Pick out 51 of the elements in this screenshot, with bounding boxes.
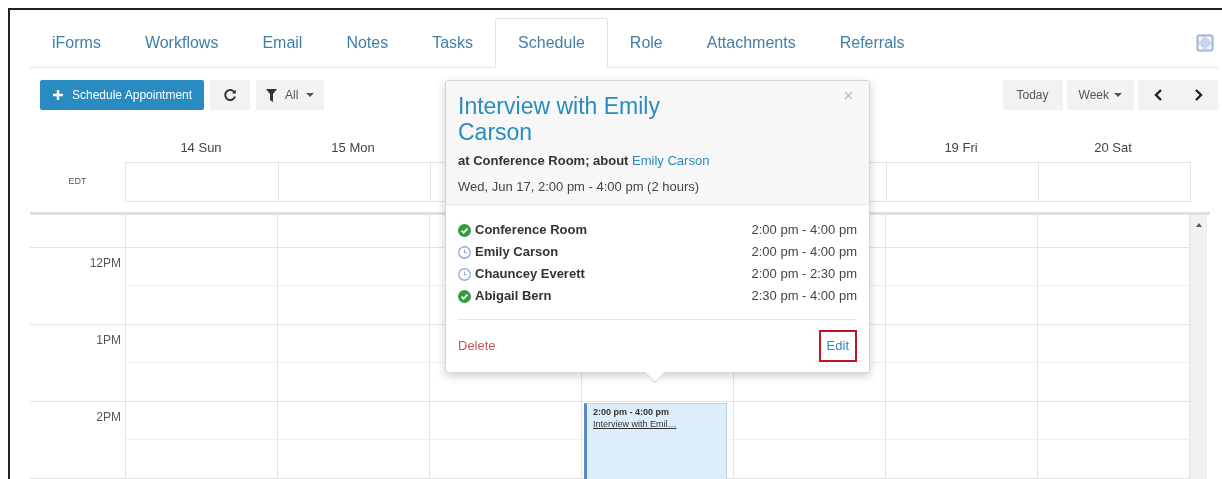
attendee-name: Chauncey Everett — [475, 265, 585, 284]
tab[interactable]: Workflows — [122, 18, 241, 68]
day-header: 14 Sun — [180, 139, 222, 157]
filter-icon — [266, 88, 278, 102]
edit-link[interactable]: Edit — [818, 330, 857, 362]
caret-icon — [306, 93, 315, 97]
view-dropdown[interactable]: Week — [1066, 80, 1134, 110]
tab[interactable]: Attachments — [684, 18, 818, 68]
next-button[interactable] — [1178, 80, 1218, 110]
timezone-label: EDT — [68, 175, 87, 189]
attendee-name: Abigail Bern — [475, 287, 552, 306]
attendee-time: 2:00 pm - 4:00 pm — [751, 221, 857, 240]
tab[interactable]: Tasks — [410, 18, 496, 68]
tab[interactable]: Notes — [324, 18, 411, 68]
attendee-time: 2:00 pm - 4:00 pm — [751, 243, 857, 262]
attendee-time: 2:30 pm - 4:00 pm — [751, 287, 857, 306]
refresh-icon — [223, 88, 238, 102]
day-header: 20 Sat — [1094, 139, 1132, 157]
scroll-up-icon — [1195, 223, 1202, 227]
calendar-event[interactable]: 2:00 pm - 4:00 pm Interview with Emil… — [584, 403, 727, 479]
chevron-right-icon — [1193, 89, 1203, 101]
attendee-name: Conference Room — [475, 221, 587, 240]
plus-icon — [52, 89, 64, 101]
event-location: at Conference Room; about — [458, 152, 630, 170]
event-title: Interview with Emily Carson — [458, 93, 661, 145]
tab[interactable]: iForms — [30, 18, 123, 68]
event-title: Interview with Emil… — [593, 418, 678, 430]
event-time: 2:00 pm - 4:00 pm — [593, 406, 671, 418]
tab[interactable]: Referrals — [817, 18, 927, 68]
close-icon — [844, 91, 853, 100]
delete-link[interactable]: Delete — [458, 336, 496, 356]
schedule-appointment-button[interactable]: Schedule Appointment — [40, 80, 205, 110]
hour-label: 2PM — [96, 409, 121, 426]
day-header: 15 Mon — [331, 139, 375, 157]
chevron-left-icon — [1153, 89, 1163, 101]
hour-label: 12PM — [89, 255, 121, 272]
contact-link[interactable]: Emily Carson — [632, 151, 710, 171]
scrollbar[interactable] — [1189, 215, 1207, 479]
tab[interactable]: Schedule — [495, 18, 608, 68]
attendee-name: Emily Carson — [475, 243, 559, 262]
filter-dropdown[interactable]: All — [256, 80, 325, 110]
caret-icon — [1114, 93, 1122, 97]
day-header: 19 Fri — [944, 139, 978, 157]
hour-label: 1PM — [96, 332, 121, 349]
tab[interactable]: Role — [607, 18, 685, 68]
refresh-button[interactable] — [210, 80, 251, 110]
tab[interactable]: Email — [240, 18, 325, 68]
today-button[interactable]: Today — [1002, 80, 1063, 110]
previous-button[interactable] — [1138, 80, 1178, 110]
attendee-time: 2:00 pm - 2:30 pm — [751, 265, 857, 284]
event-datetime: Wed, Jun 17, 2:00 pm - 4:00 pm (2 hours) — [458, 177, 701, 196]
